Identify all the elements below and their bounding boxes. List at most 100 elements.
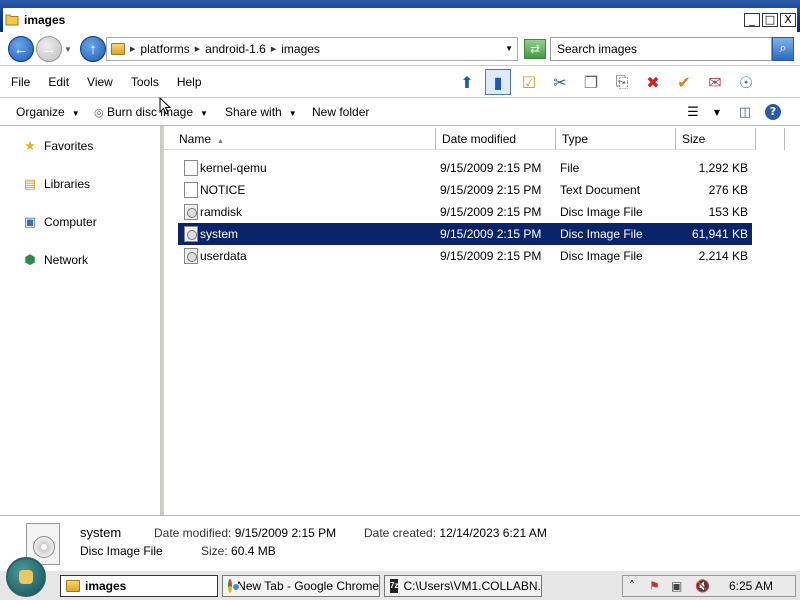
task-7zip[interactable]: 7z C:\Users\VM1.COLLABN... — [384, 575, 542, 597]
nav-computer[interactable]: ▣ Computer — [22, 214, 97, 230]
column-header-date[interactable]: Date modified — [436, 128, 556, 150]
window-title: images — [24, 13, 66, 27]
menu-view[interactable]: View — [86, 75, 119, 89]
taskbar: images New Tab - Google Chrome 7z C:\Use… — [0, 557, 800, 600]
recent-pages-dropdown-icon[interactable]: ▼ — [64, 45, 72, 54]
burn-label: Burn disc image — [106, 105, 193, 119]
command-bar: Organize ▼ ◎ Burn disc image ▼ Share with ▼… — [0, 98, 800, 126]
nav-favorites[interactable]: ★ Favorites — [22, 138, 93, 154]
minimize-button[interactable]: _ — [744, 13, 760, 27]
file-row[interactable]: userdata 9/15/2009 2:15 PM Disc Image Fi… — [178, 245, 752, 267]
file-date: 9/15/2009 2:15 PM — [440, 227, 542, 241]
file-row-selected[interactable]: system 9/15/2009 2:15 PM Disc Image File… — [178, 223, 752, 245]
up-folder-icon[interactable]: ⬆ — [454, 69, 480, 95]
clock[interactable]: 6:25 AM — [729, 579, 773, 593]
address-dropdown-icon[interactable]: ▼ — [505, 44, 513, 53]
title-bar[interactable] — [0, 0, 800, 32]
close-button[interactable]: X — [780, 13, 796, 27]
disc-image-icon — [184, 204, 198, 220]
sort-ascending-icon: ▲ — [217, 138, 224, 145]
help-icon[interactable]: ? — [762, 102, 784, 122]
file-size: 61,941 KB — [691, 227, 748, 241]
up-button[interactable]: ↑ — [80, 36, 106, 62]
search-input[interactable]: Search images — [550, 37, 772, 61]
computer-icon: ▣ — [23, 214, 37, 230]
task-chrome[interactable]: New Tab - Google Chrome — [222, 575, 380, 597]
nav-network-label: Network — [44, 253, 89, 267]
menu-bar: File Edit View Tools Help ⬆ ▮ ☑ ✂ ❐ ⎘ ✖ … — [0, 66, 800, 98]
column-header-name[interactable]: Name ▲ — [164, 128, 436, 150]
file-type: Text Document — [560, 183, 641, 197]
scrollbar[interactable] — [784, 128, 798, 150]
organize-label: Organize — [16, 105, 65, 119]
paste-icon[interactable]: ⎘ — [609, 69, 635, 95]
cut-icon[interactable]: ✂ — [547, 69, 573, 95]
window-controls: _ □ X — [744, 13, 796, 27]
file-date: 9/15/2009 2:15 PM — [440, 249, 542, 263]
burn-disc-image-button[interactable]: ◎ Burn disc image ▼ — [94, 105, 208, 119]
column-header-type[interactable]: Type — [556, 128, 676, 150]
volume-muted-icon[interactable]: 🔇 — [695, 579, 710, 593]
file-size: 1,292 KB — [698, 161, 748, 175]
file-type: Disc Image File — [560, 227, 643, 241]
chevron-down-icon[interactable]: ▼ — [706, 102, 728, 122]
title-bar-inner — [3, 8, 797, 32]
delete-icon[interactable]: ✖ — [640, 69, 666, 95]
chevron-down-icon: ▼ — [200, 109, 208, 118]
chevron-down-icon: ▼ — [288, 109, 297, 118]
forward-button[interactable]: → — [36, 36, 62, 62]
breadcrumb-arrow-icon[interactable]: ▶ — [195, 45, 200, 53]
action-center-icon[interactable]: ⚑ — [649, 579, 660, 593]
file-date: 9/15/2009 2:15 PM — [440, 161, 542, 175]
search-icon: ⌕ — [779, 41, 787, 56]
start-button[interactable] — [6, 557, 46, 597]
menu-file[interactable]: File — [10, 75, 36, 89]
task-images-label: images — [85, 579, 127, 593]
folder-icon — [111, 43, 125, 55]
breadcrumb-images[interactable]: images — [281, 42, 320, 56]
back-button[interactable]: ← — [8, 36, 34, 62]
file-row[interactable]: ramdisk 9/15/2009 2:15 PM Disc Image Fil… — [178, 201, 752, 223]
disc-image-icon — [184, 226, 198, 242]
view-options-icon[interactable]: ☰ — [682, 102, 704, 122]
breadcrumb-arrow-icon[interactable]: ▶ — [271, 45, 276, 53]
copy-icon[interactable]: ❐ — [578, 69, 604, 95]
mouse-cursor-icon — [159, 97, 171, 115]
file-icon — [184, 160, 198, 176]
chevron-down-icon: ▼ — [71, 109, 80, 118]
menu-help[interactable]: Help — [176, 75, 208, 89]
file-list: Name ▲ Date modified Type Size kernel-qem… — [164, 126, 800, 515]
show-hidden-icons-icon[interactable]: ˄ — [629, 579, 635, 593]
new-folder-button[interactable]: New folder — [312, 105, 369, 119]
column-header-size[interactable]: Size — [676, 128, 756, 150]
preview-pane-icon[interactable]: ▮ — [485, 69, 511, 95]
date-created-value: 12/14/2023 6:21 AM — [439, 526, 547, 540]
refresh-button[interactable]: ⇄ — [524, 39, 546, 59]
menu-tools[interactable]: Tools — [130, 75, 165, 89]
search-button[interactable]: ⌕ — [772, 37, 794, 61]
file-row[interactable]: NOTICE 9/15/2009 2:15 PM Text Document 2… — [178, 179, 752, 201]
breadcrumb-platforms[interactable]: platforms — [140, 42, 189, 56]
menu-edit[interactable]: Edit — [47, 75, 75, 89]
organize-button[interactable]: Organize ▼ — [16, 105, 80, 119]
share-label: Share with — [225, 105, 282, 119]
nav-libraries[interactable]: ▤ Libraries — [22, 176, 90, 192]
address-bar[interactable]: ▶ platforms ▶ android-1.6 ▶ images ▼ — [106, 37, 518, 61]
file-type: File — [560, 161, 580, 175]
preview-pane-toggle-icon[interactable]: ◫ — [734, 102, 756, 122]
file-row[interactable]: kernel-qemu 9/15/2009 2:15 PM File 1,292… — [178, 157, 752, 179]
mail-icon[interactable]: ✉ — [702, 69, 728, 95]
check-icon[interactable]: ✔ — [671, 69, 697, 95]
network-status-icon[interactable]: ▣ — [671, 579, 682, 593]
breadcrumb-android[interactable]: android-1.6 — [205, 42, 266, 56]
breadcrumb-arrow-icon[interactable]: ▶ — [130, 45, 135, 53]
share-with-button[interactable]: Share with ▼ — [225, 105, 297, 119]
size-label: Size: — [201, 544, 228, 558]
navigation-pane: ★ Favorites ▤ Libraries ▣ Computer ⬢ Net… — [0, 126, 162, 515]
nav-network[interactable]: ⬢ Network — [22, 252, 88, 268]
task-images[interactable]: images — [60, 575, 218, 597]
7zip-icon: 7z — [390, 579, 399, 593]
folder-options-icon[interactable]: ☑ — [516, 69, 542, 95]
maximize-button[interactable]: □ — [762, 13, 778, 27]
globe-icon[interactable]: ☉ — [733, 69, 759, 95]
